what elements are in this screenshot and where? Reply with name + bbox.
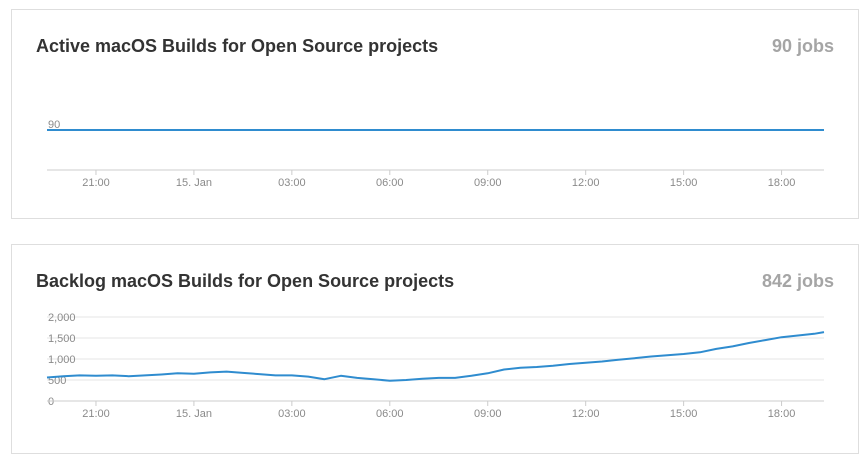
- backlog-builds-chart: 2,0001,5001,000500021:00 15. Jan 03:00 06:0…: [46, 312, 825, 420]
- x-tick-label: 15. Jan: [176, 408, 212, 420]
- x-tick-label: 09:00: [474, 177, 502, 189]
- y-tick-label: 1,500: [48, 333, 76, 345]
- y-tick-label: 0: [48, 396, 54, 408]
- x-tick-label: 12:00: [572, 177, 600, 189]
- x-tick-label: 09:00: [474, 408, 502, 420]
- x-tick-label: 15:00: [670, 177, 698, 189]
- active-builds-panel: Active macOS Builds for Open Source proj…: [11, 9, 859, 219]
- x-tick-label: 06:00: [376, 408, 404, 420]
- x-tick-label: 03:00: [278, 408, 306, 420]
- y-tick-label: 1,000: [48, 354, 76, 366]
- y-tick-label: 2,000: [48, 312, 76, 324]
- x-tick-label: 03:00: [278, 177, 306, 189]
- x-tick-label: 18:00: [768, 177, 796, 189]
- x-tick-label: 21:00: [82, 177, 110, 189]
- x-tick-label: 06:00: [376, 177, 404, 189]
- x-tick-label: 12:00: [572, 408, 600, 420]
- series-line: [46, 331, 825, 382]
- x-tick-label: 15. Jan: [176, 177, 212, 189]
- x-tick-label: 18:00: [768, 408, 796, 420]
- x-tick-label: 15:00: [670, 408, 698, 420]
- x-tick-label: 21:00: [82, 408, 110, 420]
- backlog-builds-panel: Backlog macOS Builds for Open Source pro…: [11, 244, 859, 454]
- active-builds-chart: 9021:00 15. Jan 03:00 06:00 09:00 12:00 15:00 1…: [47, 119, 824, 189]
